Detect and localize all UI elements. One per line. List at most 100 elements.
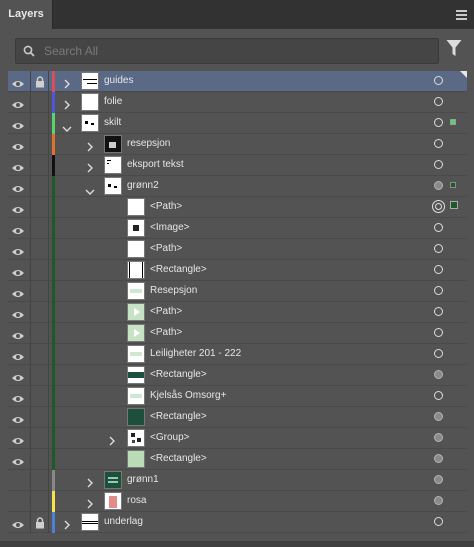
layer-name[interactable]: <Rectangle>	[150, 260, 207, 280]
visibility-eye-icon[interactable]	[11, 223, 25, 234]
visibility-eye-icon[interactable]	[11, 202, 25, 213]
chevron-right-icon[interactable]	[86, 160, 94, 173]
visibility-eye-icon[interactable]	[11, 139, 25, 150]
target-circle-icon[interactable]	[434, 454, 443, 463]
target-circle-icon[interactable]	[434, 349, 443, 358]
chevron-right-icon[interactable]	[63, 97, 71, 110]
layer-row[interactable]: <Image>	[8, 218, 467, 239]
layer-name[interactable]: <Rectangle>	[150, 365, 207, 385]
layer-name[interactable]: resepsjon	[127, 134, 170, 154]
lock-toggle[interactable]	[35, 159, 45, 171]
chevron-right-icon[interactable]	[86, 475, 94, 488]
filter-icon[interactable]	[446, 39, 462, 57]
layer-name[interactable]: <Path>	[150, 239, 182, 259]
layer-row[interactable]: <Rectangle>	[8, 260, 467, 281]
target-circle-icon[interactable]	[434, 307, 443, 316]
layer-name[interactable]: <Rectangle>	[150, 407, 207, 427]
layer-name[interactable]: Leiligheter 201 - 222	[150, 344, 241, 364]
visibility-eye-icon[interactable]	[11, 391, 25, 402]
layer-row[interactable]: grønn2	[8, 176, 467, 197]
chevron-down-icon[interactable]	[85, 183, 95, 195]
lock-toggle[interactable]	[35, 285, 45, 297]
target-circle-icon[interactable]	[434, 391, 443, 400]
chevron-down-icon[interactable]	[62, 120, 72, 132]
layer-row[interactable]: skilt	[8, 113, 467, 134]
layer-name[interactable]: skilt	[104, 113, 121, 133]
layer-row[interactable]: rosa	[8, 491, 467, 512]
target-circle-icon[interactable]	[434, 433, 443, 442]
chevron-right-icon[interactable]	[86, 139, 94, 152]
target-circle-icon[interactable]	[434, 160, 443, 169]
visibility-eye-icon[interactable]	[11, 517, 25, 528]
layer-name[interactable]: <Image>	[150, 218, 189, 238]
target-circle-icon[interactable]	[434, 328, 443, 337]
visibility-eye-icon[interactable]	[11, 118, 25, 129]
target-circle-icon[interactable]	[434, 496, 443, 505]
layer-row[interactable]: <Rectangle>	[8, 365, 467, 386]
visibility-eye-icon[interactable]	[11, 286, 25, 297]
lock-toggle[interactable]	[35, 432, 45, 444]
chevron-right-icon[interactable]	[86, 496, 94, 509]
target-circle-icon[interactable]	[434, 244, 443, 253]
layer-row[interactable]: <Path>	[8, 197, 467, 218]
lock-icon[interactable]	[35, 75, 45, 88]
visibility-eye-icon[interactable]	[11, 244, 25, 255]
visibility-eye-icon[interactable]	[11, 265, 25, 276]
lock-toggle[interactable]	[35, 117, 45, 129]
lock-toggle[interactable]	[35, 96, 45, 108]
lock-toggle[interactable]	[35, 474, 45, 486]
layer-name[interactable]: grønn2	[127, 176, 159, 196]
layer-row[interactable]: <Path>	[8, 239, 467, 260]
layer-name[interactable]: <Rectangle>	[150, 449, 207, 469]
visibility-eye-icon[interactable]	[11, 76, 25, 87]
lock-toggle[interactable]	[35, 138, 45, 150]
layer-row[interactable]: <Group>	[8, 428, 467, 449]
layer-row[interactable]: <Rectangle>	[8, 449, 467, 470]
tab-layers[interactable]: Layers	[0, 0, 53, 29]
target-circle-icon[interactable]	[434, 181, 443, 190]
search-box[interactable]	[15, 38, 439, 64]
layer-row[interactable]: <Rectangle>	[8, 407, 467, 428]
target-circle-icon[interactable]	[434, 286, 443, 295]
layer-name[interactable]: Resepsjon	[150, 281, 197, 301]
lock-toggle[interactable]	[35, 327, 45, 339]
target-circle-icon[interactable]	[434, 370, 443, 379]
visibility-eye-icon[interactable]	[11, 160, 25, 171]
visibility-eye-icon[interactable]	[11, 328, 25, 339]
layer-name[interactable]: eksport tekst	[127, 155, 184, 175]
lock-toggle[interactable]	[35, 390, 45, 402]
visibility-eye-icon[interactable]	[11, 349, 25, 360]
layer-name[interactable]: Kjelsås Omsorg+	[150, 386, 226, 406]
lock-toggle[interactable]	[35, 348, 45, 360]
selection-square-icon[interactable]	[450, 119, 456, 125]
visibility-eye-icon[interactable]	[11, 181, 25, 192]
lock-toggle[interactable]	[35, 369, 45, 381]
layer-name[interactable]: folie	[104, 92, 122, 112]
layer-row[interactable]: Leiligheter 201 - 222	[8, 344, 467, 365]
chevron-right-icon[interactable]	[108, 433, 116, 446]
lock-toggle[interactable]	[35, 222, 45, 234]
visibility-toggle[interactable]	[11, 475, 25, 485]
visibility-eye-icon[interactable]	[11, 454, 25, 465]
visibility-eye-icon[interactable]	[11, 307, 25, 318]
layer-row[interactable]: Kjelsås Omsorg+	[8, 386, 467, 407]
layer-name[interactable]: <Path>	[150, 302, 182, 322]
visibility-eye-icon[interactable]	[11, 370, 25, 381]
target-circle-icon[interactable]	[434, 517, 443, 526]
layer-name[interactable]: guides	[104, 71, 133, 91]
chevron-right-icon[interactable]	[63, 76, 71, 89]
layer-name[interactable]: rosa	[127, 491, 146, 511]
layer-name[interactable]: underlag	[104, 512, 143, 532]
layer-row[interactable]: grønn1	[8, 470, 467, 491]
target-circle-icon[interactable]	[434, 265, 443, 274]
layer-row[interactable]: <Path>	[8, 323, 467, 344]
target-circle-icon[interactable]	[434, 118, 443, 127]
lock-toggle[interactable]	[35, 201, 45, 213]
lock-toggle[interactable]	[35, 180, 45, 192]
layer-row[interactable]: <Path>	[8, 302, 467, 323]
layer-name[interactable]: grønn1	[127, 470, 159, 490]
search-input[interactable]	[42, 41, 426, 61]
lock-toggle[interactable]	[35, 411, 45, 423]
layer-row[interactable]: Resepsjon	[8, 281, 467, 302]
hamburger-menu-icon[interactable]	[456, 10, 467, 22]
